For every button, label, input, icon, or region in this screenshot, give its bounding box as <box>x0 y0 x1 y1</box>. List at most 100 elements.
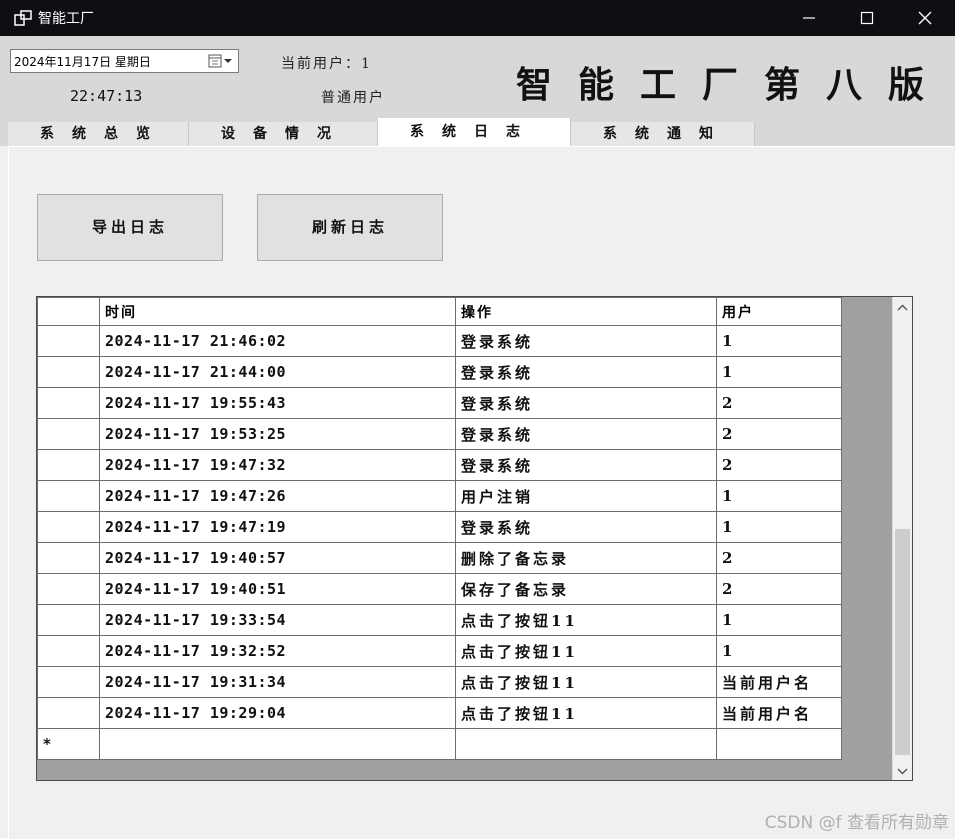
table-row[interactable]: 2024-11-17 21:46:02 登录系统 1 <box>37 325 842 357</box>
cell-time[interactable]: 2024-11-17 21:46:02 <box>99 325 456 357</box>
cell-user[interactable] <box>716 728 842 760</box>
scroll-down-icon[interactable] <box>897 767 908 775</box>
window-title: 智能工厂 <box>38 11 94 27</box>
table-row[interactable]: 2024-11-17 19:55:43 登录系统 2 <box>37 387 842 419</box>
user-role-label: 普通用户 <box>321 90 385 106</box>
cell-operation[interactable]: 登录系统 <box>455 325 717 357</box>
table-row[interactable]: 2024-11-17 21:44:00 登录系统 1 <box>37 356 842 388</box>
row-header[interactable] <box>37 635 100 667</box>
cell-user[interactable]: 2 <box>716 449 842 481</box>
cell-operation[interactable]: 点击了按钮11 <box>455 697 717 729</box>
cell-user[interactable]: 当前用户名 <box>716 666 842 698</box>
header-row: 时间 操作 用户 <box>37 297 842 326</box>
minimize-button[interactable] <box>781 0 839 36</box>
cell-user[interactable]: 2 <box>716 387 842 419</box>
close-icon <box>918 11 932 25</box>
column-header-time[interactable]: 时间 <box>99 297 456 326</box>
row-header[interactable] <box>37 418 100 450</box>
cell-time[interactable]: 2024-11-17 19:29:04 <box>99 697 456 729</box>
tab-system-overview[interactable]: 系统总览 <box>8 122 189 146</box>
table-row[interactable]: 2024-11-17 19:33:54 点击了按钮11 1 <box>37 604 842 636</box>
cell-user[interactable]: 1 <box>716 480 842 512</box>
cell-user[interactable]: 1 <box>716 356 842 388</box>
cell-user[interactable]: 1 <box>716 604 842 636</box>
cell-operation[interactable]: 登录系统 <box>455 449 717 481</box>
table-row[interactable]: 2024-11-17 19:29:04 点击了按钮11 当前用户名 <box>37 697 842 729</box>
cell-operation[interactable] <box>455 728 717 760</box>
cell-operation[interactable]: 保存了备忘录 <box>455 573 717 605</box>
table-row[interactable]: 2024-11-17 19:47:26 用户注销 1 <box>37 480 842 512</box>
row-header[interactable] <box>37 449 100 481</box>
cell-operation[interactable]: 登录系统 <box>455 356 717 388</box>
table-row[interactable]: 2024-11-17 19:40:57 删除了备忘录 2 <box>37 542 842 574</box>
watermark-text: CSDN @f 查看所有勋章 <box>764 813 949 833</box>
cell-time[interactable]: 2024-11-17 19:31:34 <box>99 666 456 698</box>
new-row[interactable]: * <box>37 728 842 760</box>
cell-operation[interactable]: 点击了按钮11 <box>455 666 717 698</box>
close-button[interactable] <box>897 0 955 36</box>
cell-time[interactable]: 2024-11-17 19:47:32 <box>99 449 456 481</box>
scrollbar-thumb[interactable] <box>895 529 910 755</box>
cell-operation[interactable]: 删除了备忘录 <box>455 542 717 574</box>
cell-time[interactable]: 2024-11-17 19:40:51 <box>99 573 456 605</box>
row-header[interactable] <box>37 356 100 388</box>
tab-system-notice[interactable]: 系统通知 <box>571 122 755 146</box>
table-row[interactable]: 2024-11-17 19:47:19 登录系统 1 <box>37 511 842 543</box>
row-header[interactable] <box>37 511 100 543</box>
maximize-icon <box>860 11 874 25</box>
row-header[interactable] <box>37 697 100 729</box>
tab-equipment-status[interactable]: 设备情况 <box>189 122 378 146</box>
cell-time[interactable] <box>99 728 456 760</box>
calendar-dropdown-icon[interactable] <box>208 53 234 69</box>
row-header[interactable] <box>37 387 100 419</box>
maximize-button[interactable] <box>839 0 897 36</box>
cell-time[interactable]: 2024-11-17 19:53:25 <box>99 418 456 450</box>
date-picker[interactable]: 2024年11月17日 星期日 <box>10 49 239 73</box>
app-window-icon <box>14 10 32 26</box>
export-log-button[interactable]: 导出日志 <box>37 194 223 261</box>
cell-operation[interactable]: 用户注销 <box>455 480 717 512</box>
cell-operation[interactable]: 登录系统 <box>455 418 717 450</box>
cell-operation[interactable]: 点击了按钮11 <box>455 635 717 667</box>
cell-time[interactable]: 2024-11-17 19:47:19 <box>99 511 456 543</box>
cell-user[interactable]: 当前用户名 <box>716 697 842 729</box>
vertical-scrollbar[interactable] <box>892 297 912 780</box>
row-header[interactable] <box>37 604 100 636</box>
cell-user[interactable]: 2 <box>716 418 842 450</box>
column-header-operation[interactable]: 操作 <box>455 297 717 326</box>
client-area: 2024年11月17日 星期日 22:47:13 当前用户：1 普通用户 智能工… <box>0 36 955 839</box>
tab-system-log[interactable]: 系统日志 <box>378 118 571 146</box>
table-row[interactable]: 2024-11-17 19:40:51 保存了备忘录 2 <box>37 573 842 605</box>
cell-time[interactable]: 2024-11-17 21:44:00 <box>99 356 456 388</box>
cell-time[interactable]: 2024-11-17 19:47:26 <box>99 480 456 512</box>
new-row-marker: * <box>37 728 100 760</box>
row-header[interactable] <box>37 666 100 698</box>
cell-user[interactable]: 1 <box>716 325 842 357</box>
row-header[interactable] <box>37 325 100 357</box>
cell-operation[interactable]: 点击了按钮11 <box>455 604 717 636</box>
row-header[interactable] <box>37 542 100 574</box>
title-bar: 智能工厂 <box>0 0 955 36</box>
table-row[interactable]: 2024-11-17 19:32:52 点击了按钮11 1 <box>37 635 842 667</box>
table-row[interactable]: 2024-11-17 19:31:34 点击了按钮11 当前用户名 <box>37 666 842 698</box>
row-header[interactable] <box>37 573 100 605</box>
table-row[interactable]: 2024-11-17 19:53:25 登录系统 2 <box>37 418 842 450</box>
column-header-user[interactable]: 用户 <box>716 297 842 326</box>
scroll-up-icon[interactable] <box>897 304 908 312</box>
cell-user[interactable]: 1 <box>716 511 842 543</box>
cell-operation[interactable]: 登录系统 <box>455 511 717 543</box>
cell-user[interactable]: 2 <box>716 542 842 574</box>
cell-operation[interactable]: 登录系统 <box>455 387 717 419</box>
cell-user[interactable]: 1 <box>716 635 842 667</box>
cell-time[interactable]: 2024-11-17 19:33:54 <box>99 604 456 636</box>
row-header[interactable] <box>37 480 100 512</box>
refresh-log-button[interactable]: 刷新日志 <box>257 194 443 261</box>
log-table: 时间 操作 用户 2024-11-17 21:46:02 登录系统 1 2024-1… <box>37 297 842 760</box>
cell-time[interactable]: 2024-11-17 19:55:43 <box>99 387 456 419</box>
log-grid[interactable]: 时间 操作 用户 2024-11-17 21:46:02 登录系统 1 2024-1… <box>36 296 913 781</box>
cell-user[interactable]: 2 <box>716 573 842 605</box>
app-big-title: 智能工厂第八版 <box>516 64 951 106</box>
cell-time[interactable]: 2024-11-17 19:32:52 <box>99 635 456 667</box>
cell-time[interactable]: 2024-11-17 19:40:57 <box>99 542 456 574</box>
table-row[interactable]: 2024-11-17 19:47:32 登录系统 2 <box>37 449 842 481</box>
